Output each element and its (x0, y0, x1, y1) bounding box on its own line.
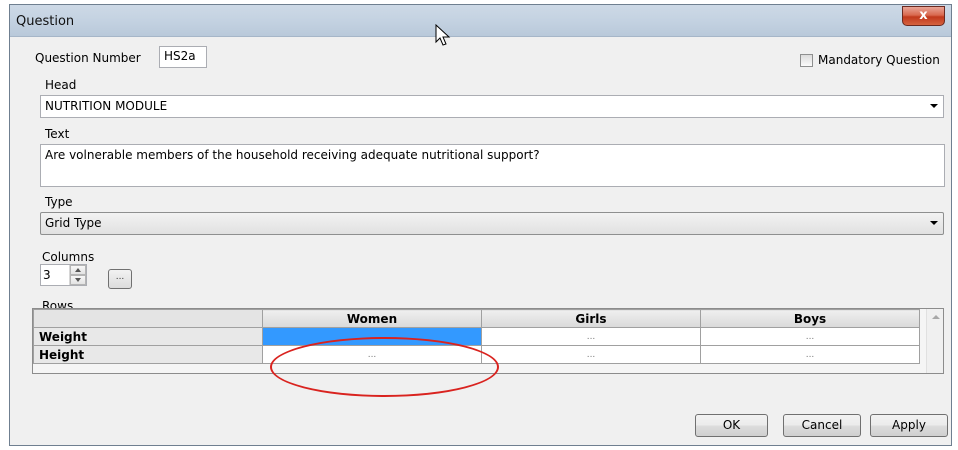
row-header-weight[interactable]: Weight (33, 327, 263, 346)
row-header-height[interactable]: Height (33, 345, 263, 364)
down-arrow-icon[interactable] (70, 275, 86, 285)
grid-corner (33, 309, 263, 328)
grid-cell-height-boys[interactable]: ... (700, 345, 920, 364)
text-label: Text (45, 127, 70, 141)
question-number-label: Question Number (35, 51, 141, 65)
column-header-women[interactable]: Women (262, 309, 482, 328)
mandatory-label: Mandatory Question (818, 53, 940, 67)
grid-scrollbar[interactable] (926, 309, 943, 373)
chevron-down-icon (930, 221, 938, 225)
dialog-client-area: Question Number HS2a Mandatory Question … (10, 38, 951, 445)
type-label: Type (45, 195, 73, 209)
table-row: Weight ... ... ... (33, 327, 920, 346)
up-arrow-icon[interactable] (70, 265, 86, 275)
grid-cell-height-girls[interactable]: ... (481, 345, 701, 364)
columns-value: 3 (43, 268, 51, 282)
grid-cell-weight-boys[interactable]: ... (700, 327, 920, 346)
head-dropdown[interactable]: NUTRITION MODULE (40, 95, 944, 118)
window-title: Question (16, 14, 75, 29)
cancel-button[interactable]: Cancel (783, 414, 861, 437)
scroll-up-icon[interactable] (932, 315, 940, 319)
annotation-circle (270, 337, 499, 397)
columns-stepper[interactable]: 3 (40, 264, 87, 286)
columns-stepper-buttons[interactable] (69, 265, 86, 285)
head-dropdown-value: NUTRITION MODULE (45, 99, 168, 113)
columns-label: Columns (42, 250, 95, 264)
mouse-cursor-icon (435, 24, 451, 46)
ok-button[interactable]: OK (695, 414, 768, 437)
grid-cell-weight-girls[interactable]: ... (481, 327, 701, 346)
mandatory-checkbox[interactable] (800, 54, 813, 67)
head-label: Head (45, 78, 77, 92)
type-dropdown[interactable]: Grid Type (40, 212, 944, 235)
chevron-down-icon (930, 104, 938, 108)
column-header-boys[interactable]: Boys (700, 309, 920, 328)
column-header-girls[interactable]: Girls (481, 309, 701, 328)
apply-button[interactable]: Apply (870, 414, 948, 437)
close-button[interactable]: x (902, 6, 945, 26)
title-bar[interactable]: Question x (10, 5, 951, 37)
question-number-field[interactable]: HS2a (159, 46, 207, 68)
question-text-area[interactable]: Are volnerable members of the household … (40, 144, 945, 187)
columns-edit-button[interactable]: ... (108, 269, 132, 289)
type-dropdown-value: Grid Type (45, 216, 102, 230)
